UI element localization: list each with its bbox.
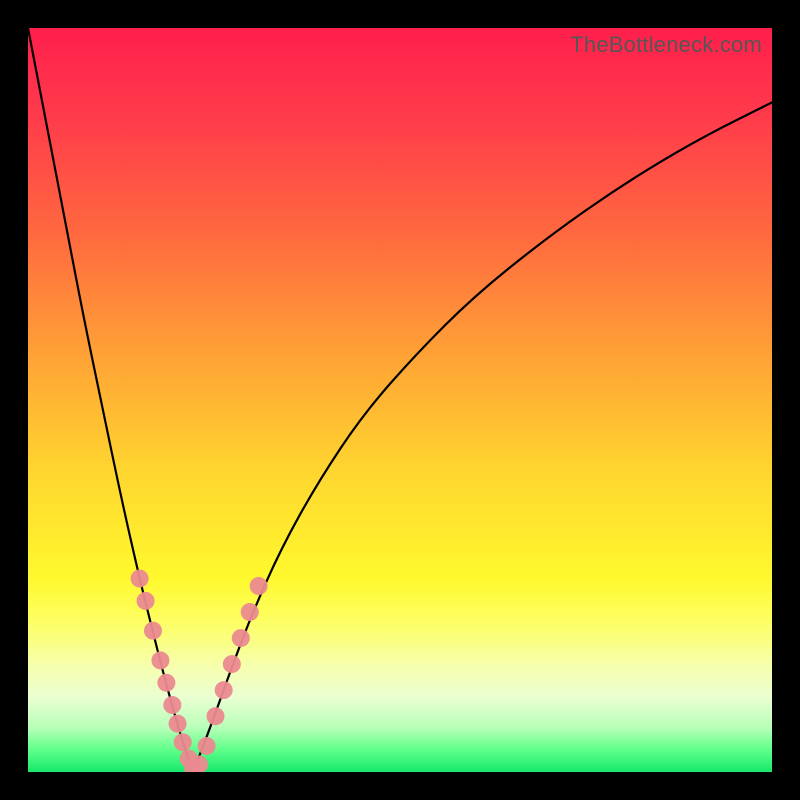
background-gradient	[28, 28, 772, 772]
chart-frame: TheBottleneck.com	[28, 28, 772, 772]
watermark-text: TheBottleneck.com	[570, 32, 762, 58]
